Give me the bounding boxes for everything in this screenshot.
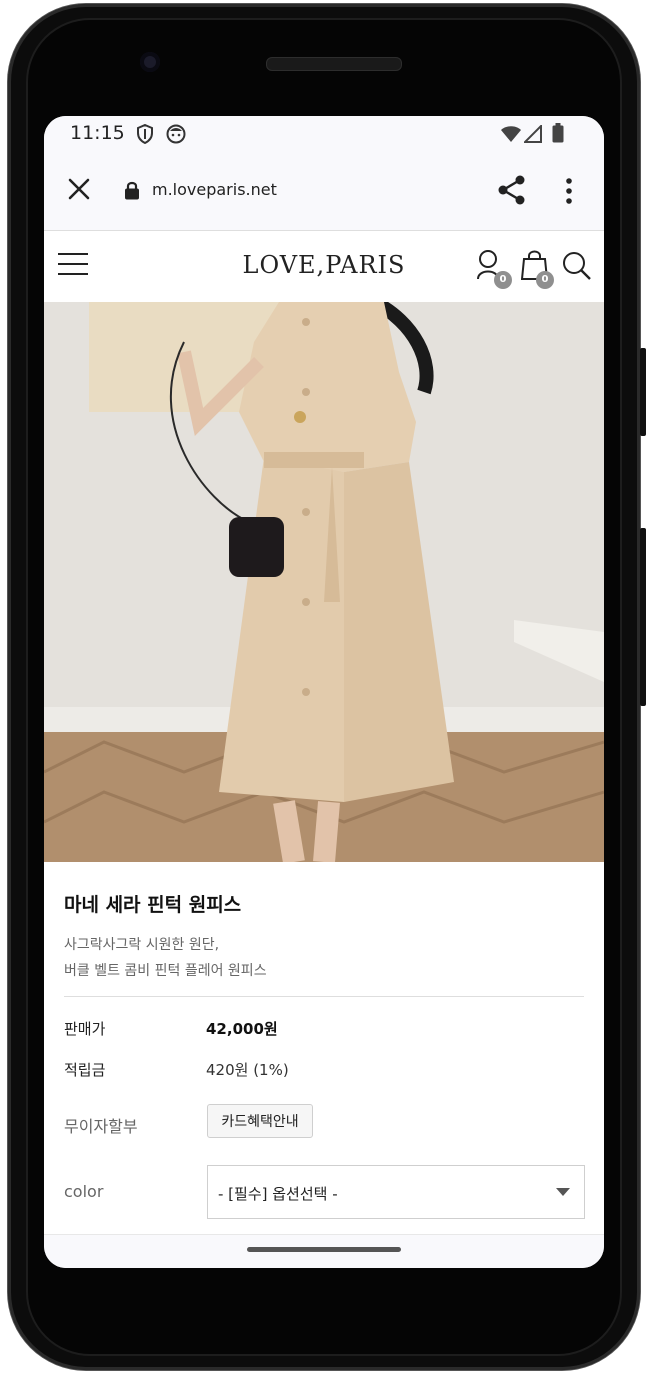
notification-face-icon [166, 124, 186, 144]
wifi-icon [501, 126, 521, 142]
product-info: 마네 세라 핀턱 원피스 사그락사그락 시원한 원단, 버클 벨트 콤비 핀턱 … [44, 862, 604, 1240]
divider [64, 996, 584, 997]
earpiece-speaker [266, 57, 402, 71]
status-time: 11:15 [70, 122, 125, 144]
url-text[interactable]: m.loveparis.net [152, 180, 277, 199]
screen: 11:15 m.loveparis.net LOVE,PARIS 0 0 마네 … [44, 116, 604, 1268]
installment-label: 무이자할부 [64, 1117, 138, 1136]
front-camera [140, 52, 160, 72]
battery-icon [552, 123, 564, 143]
description-line: 버클 벨트 콤비 핀턱 플레어 원피스 [64, 963, 267, 979]
volume-button [640, 528, 646, 706]
color-option-select[interactable]: - [필수] 옵션선택 - [207, 1165, 585, 1219]
card-benefits-button[interactable]: 카드혜택안내 [207, 1104, 313, 1138]
site-header: LOVE,PARIS 0 0 [44, 231, 604, 301]
product-photo-illustration [44, 302, 604, 862]
system-nav-bar [44, 1234, 604, 1268]
color-label: color [64, 1182, 104, 1201]
close-icon[interactable] [66, 176, 92, 202]
lock-icon [125, 181, 139, 200]
points-value: 420원 (1%) [206, 1061, 289, 1079]
shield-icon [137, 124, 153, 144]
description-line: 사그락사그락 시원한 원단, [64, 937, 220, 953]
cart-badge: 0 [536, 271, 554, 289]
dropdown-arrow-icon [556, 1188, 570, 1196]
points-label: 적립금 [64, 1061, 106, 1079]
product-description: 사그락사그락 시원한 원단, 버클 벨트 콤비 핀턱 플레어 원피스 [64, 932, 267, 984]
home-gesture-bar[interactable] [247, 1247, 401, 1252]
product-image[interactable] [44, 302, 604, 862]
cell-signal-icon [524, 125, 542, 143]
product-name: 마네 세라 핀턱 원피스 [64, 894, 242, 916]
color-select-value: - [필수] 옵션선택 - [218, 1185, 338, 1203]
user-badge: 0 [494, 271, 512, 289]
status-bar: 11:15 [44, 116, 604, 152]
share-icon[interactable] [496, 174, 528, 206]
more-options-icon[interactable] [562, 176, 576, 206]
browser-toolbar: m.loveparis.net [44, 152, 604, 231]
price-label: 판매가 [64, 1020, 106, 1038]
power-button [640, 348, 646, 436]
price-value: 42,000원 [206, 1020, 278, 1038]
search-icon[interactable] [562, 251, 592, 281]
site-logo[interactable]: LOVE,PARIS [44, 251, 604, 279]
